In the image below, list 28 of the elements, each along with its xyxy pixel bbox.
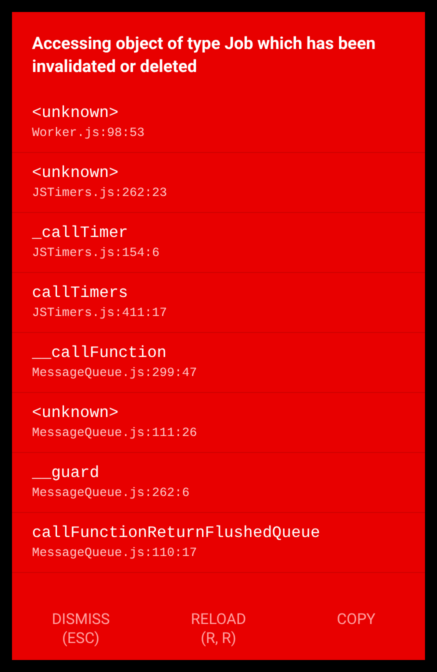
file-location: MessageQueue.js:110:17: [32, 545, 198, 562]
file-location: MessageQueue.js:262:6: [32, 485, 191, 502]
file-location: MessageQueue.js:111:26: [32, 425, 198, 442]
stack-frame-item[interactable]: callFunctionReturnFlushedQueue MessageQueue.js:110:17: [12, 513, 425, 573]
stack-frame-item[interactable]: <unknown> JSTimers.js:262:23: [12, 153, 425, 213]
method-name: callFunctionReturnFlushedQueue: [32, 523, 322, 544]
stack-frame-item[interactable]: <unknown> Worker.js:98:53: [12, 93, 425, 153]
action-button[interactable]: COPY: [287, 610, 426, 648]
method-name: <unknown>: [32, 403, 120, 424]
method-name: _callTimer: [32, 223, 130, 244]
method-name: callTimers: [32, 283, 130, 304]
method-name: __guard: [32, 463, 100, 484]
file-location: Worker.js:98:53: [32, 125, 146, 142]
method-name: <unknown>: [32, 163, 120, 184]
stack-frame-item[interactable]: __guard MessageQueue.js:262:6: [12, 453, 425, 513]
stack-frame-item[interactable]: callTimers JSTimers.js:411:17: [12, 273, 425, 333]
file-location: JSTimers.js:411:17: [32, 305, 168, 322]
stack-frame-item[interactable]: _callTimer JSTimers.js:154:6: [12, 213, 425, 273]
stack-frame-item[interactable]: __callFunction MessageQueue.js:299:47: [12, 333, 425, 393]
file-location: MessageQueue.js:299:47: [32, 365, 198, 382]
file-location: JSTimers.js:154:6: [32, 245, 161, 262]
stack-frame-item[interactable]: <unknown> MessageQueue.js:111:26: [12, 393, 425, 453]
file-location: JSTimers.js:262:23: [32, 185, 168, 202]
method-name: __callFunction: [32, 343, 168, 364]
method-name: <unknown>: [32, 103, 120, 124]
error-title: Accessing object of type Job which has been invalidated or deleted: [31, 33, 377, 79]
action-button[interactable]: DISMISS (ESC): [12, 610, 150, 648]
action-button[interactable]: RELOAD (R, R): [150, 610, 288, 648]
